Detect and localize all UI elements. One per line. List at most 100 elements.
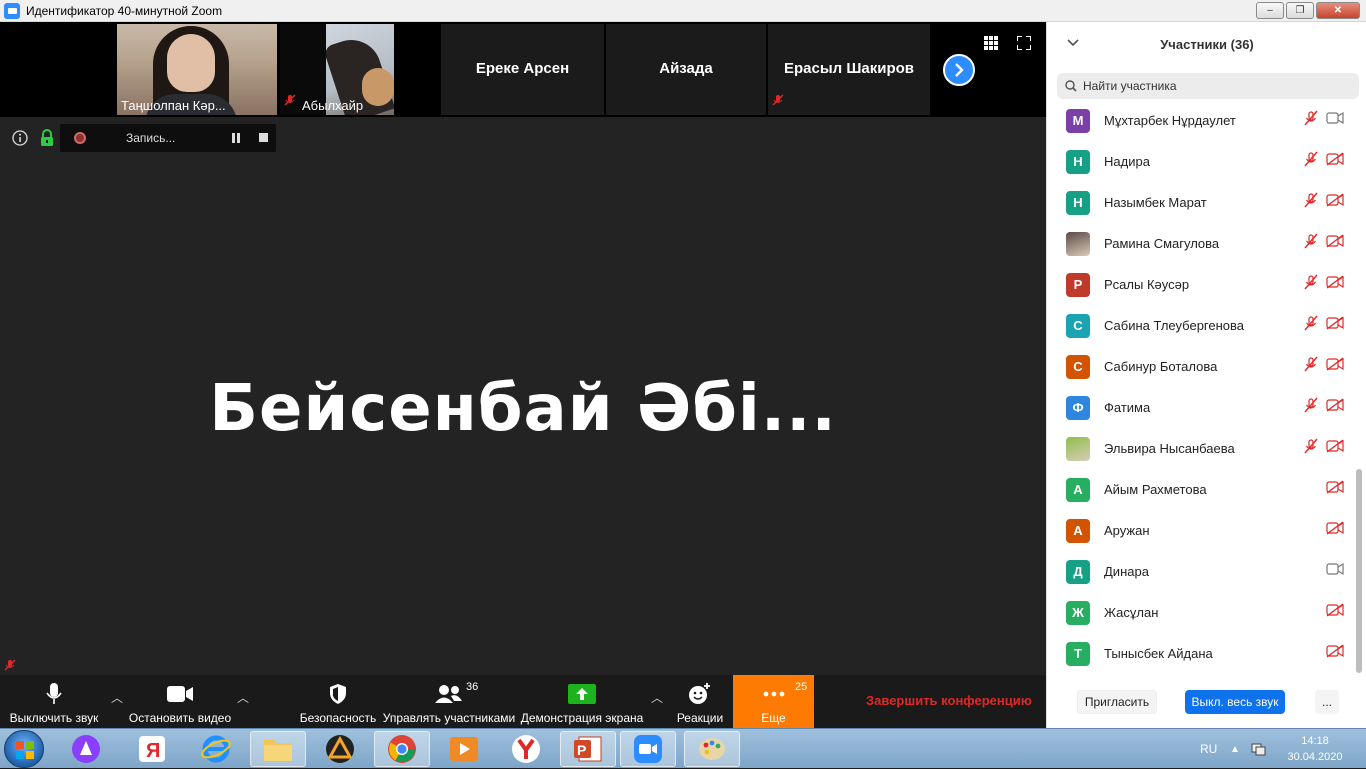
thumbnail-name-tile-3[interactable]: Ерасыл Шакиров xyxy=(768,24,930,115)
close-button[interactable]: ✕ xyxy=(1316,2,1360,19)
participants-list: М Мұхтарбек Нұрдаулет Н Надира Н Назымбек Мар… xyxy=(1047,100,1357,672)
camera-off-icon[interactable] xyxy=(1326,234,1344,253)
participant-row[interactable]: М Мұхтарбек Нұрдаулет xyxy=(1047,100,1357,141)
participant-row[interactable]: Рамина Смагулова xyxy=(1047,223,1357,264)
fullscreen-icon[interactable] xyxy=(1016,35,1032,55)
camera-off-icon[interactable] xyxy=(1326,644,1344,663)
thumbnail-name-tile-1[interactable]: Ереке Арсен xyxy=(441,24,604,115)
taskbar-media-icon[interactable] xyxy=(312,731,368,767)
taskbar-internet-explorer-icon[interactable] xyxy=(188,731,244,767)
security-button[interactable]: Безопасность xyxy=(300,675,376,729)
share-screen-icon xyxy=(568,681,596,707)
taskbar-file-manager-icon[interactable] xyxy=(250,731,306,767)
camera-on-icon[interactable] xyxy=(1326,111,1344,130)
show-hidden-icons-icon[interactable]: ▲ xyxy=(1230,729,1240,769)
participant-row[interactable]: Р Рсалы Кәусәр xyxy=(1047,264,1357,305)
reactions-button[interactable]: Реакции xyxy=(672,675,728,729)
camera-off-icon[interactable] xyxy=(1326,521,1344,540)
stop-video-button[interactable]: Остановить видео xyxy=(129,675,231,729)
recording-dot-icon xyxy=(74,132,86,144)
invite-button[interactable]: Пригласить xyxy=(1077,690,1157,714)
camera-off-icon[interactable] xyxy=(1326,316,1344,335)
gallery-view-icon[interactable] xyxy=(984,36,998,55)
participant-row[interactable]: Эльвира Нысанбаева xyxy=(1047,428,1357,469)
taskbar-yandex-browser-icon[interactable] xyxy=(498,731,554,767)
mic-muted-icon[interactable] xyxy=(1303,438,1319,459)
title-bar: Идентификатор 40-минутной Zoom ‒ ❐ ✕ xyxy=(0,0,1366,22)
network-icon[interactable] xyxy=(1250,729,1266,769)
camera-off-icon[interactable] xyxy=(1326,439,1344,458)
mic-muted-icon[interactable] xyxy=(1303,274,1319,295)
minimize-button[interactable]: ‒ xyxy=(1256,2,1284,19)
participant-name: Тынысбек Айдана xyxy=(1104,646,1213,661)
meeting-toolbar: Выключить звук ︿ Остановить видео ︿ Безо… xyxy=(0,675,1046,729)
system-clock[interactable]: 14:18 30.04.2020 xyxy=(1280,733,1350,765)
taskbar-chrome-icon[interactable] xyxy=(374,731,430,767)
participants-scrollbar[interactable] xyxy=(1356,469,1362,673)
participants-label: Управлять участниками xyxy=(382,711,516,725)
share-screen-button[interactable]: Демонстрация экрана xyxy=(520,675,644,729)
taskbar-paint-icon[interactable] xyxy=(684,731,740,767)
encryption-lock-icon[interactable] xyxy=(40,129,54,151)
end-meeting-button[interactable]: Завершить конференцию xyxy=(866,693,1032,708)
participant-avatar: Р xyxy=(1066,272,1090,297)
participant-name: Назымбек Марат xyxy=(1104,195,1207,210)
mic-muted-icon[interactable] xyxy=(1303,397,1319,418)
mic-muted-icon[interactable] xyxy=(1303,192,1319,213)
camera-off-icon[interactable] xyxy=(1326,193,1344,212)
taskbar-video-player-icon[interactable] xyxy=(436,731,492,767)
camera-off-icon[interactable] xyxy=(1326,398,1344,417)
participant-avatar: Ж xyxy=(1066,600,1090,625)
participant-row[interactable]: С Сабина Тлеубергенова xyxy=(1047,305,1357,346)
panel-more-button[interactable]: ... xyxy=(1315,690,1339,714)
participant-avatar: М xyxy=(1066,108,1090,133)
start-button[interactable] xyxy=(4,730,44,768)
restore-button[interactable]: ❐ xyxy=(1286,2,1314,19)
mic-muted-icon[interactable] xyxy=(1303,110,1319,131)
participant-name: Динара xyxy=(1104,564,1149,579)
thumbnail-video-1[interactable]: Таңшолпан Кәр... xyxy=(117,24,277,115)
taskbar-alice-icon[interactable] xyxy=(58,731,114,767)
zoom-app-icon xyxy=(4,2,20,19)
pause-recording-icon[interactable] xyxy=(232,133,242,143)
next-page-button[interactable] xyxy=(943,54,975,86)
audio-options-caret-icon[interactable]: ︿ xyxy=(111,689,123,706)
taskbar-yandex-icon[interactable]: Я xyxy=(124,731,180,767)
camera-off-icon[interactable] xyxy=(1326,480,1344,499)
mic-muted-icon[interactable] xyxy=(1303,356,1319,377)
participant-search-input[interactable]: Найти участника xyxy=(1057,73,1359,99)
participant-row[interactable]: А Аружан xyxy=(1047,510,1357,551)
language-indicator[interactable]: RU xyxy=(1200,729,1217,769)
camera-on-icon[interactable] xyxy=(1326,562,1344,581)
participant-row[interactable]: Н Надира xyxy=(1047,141,1357,182)
participants-count-badge: 36 xyxy=(466,681,479,693)
mute-all-button[interactable]: Выкл. весь звук xyxy=(1185,690,1285,714)
mic-muted-icon[interactable] xyxy=(1303,233,1319,254)
share-options-caret-icon[interactable]: ︿ xyxy=(651,689,663,706)
video-options-caret-icon[interactable]: ︿ xyxy=(237,689,249,706)
mic-muted-icon[interactable] xyxy=(1303,151,1319,172)
participant-row[interactable]: Н Назымбек Марат xyxy=(1047,182,1357,223)
taskbar-powerpoint-icon[interactable]: P xyxy=(560,731,616,767)
camera-off-icon[interactable] xyxy=(1326,357,1344,376)
thumbnail-video-2[interactable]: Абылхайр xyxy=(280,24,394,115)
stop-recording-icon[interactable] xyxy=(259,133,268,142)
mute-button[interactable]: Выключить звук xyxy=(4,675,104,729)
participant-row[interactable]: Ф Фатима xyxy=(1047,387,1357,428)
smiley-plus-icon xyxy=(688,681,712,707)
participant-row[interactable]: А Айым Рахметова xyxy=(1047,469,1357,510)
thumbnail-name-tile-2[interactable]: Айзада xyxy=(606,24,766,115)
camera-off-icon[interactable] xyxy=(1326,603,1344,622)
taskbar-zoom-icon[interactable] xyxy=(620,731,676,767)
camera-off-icon[interactable] xyxy=(1326,275,1344,294)
microphone-icon xyxy=(46,681,62,707)
manage-participants-button[interactable]: Управлять участниками xyxy=(382,675,516,729)
participant-row[interactable]: Д Динара xyxy=(1047,551,1357,592)
participant-row[interactable]: Т Тынысбек Айдана xyxy=(1047,633,1357,672)
info-icon[interactable] xyxy=(12,130,28,146)
camera-off-icon[interactable] xyxy=(1326,152,1344,171)
participant-row[interactable]: Ж Жасұлан xyxy=(1047,592,1357,633)
participant-avatar: Д xyxy=(1066,559,1090,584)
mic-muted-icon[interactable] xyxy=(1303,315,1319,336)
participant-row[interactable]: С Сабинур Боталова xyxy=(1047,346,1357,387)
